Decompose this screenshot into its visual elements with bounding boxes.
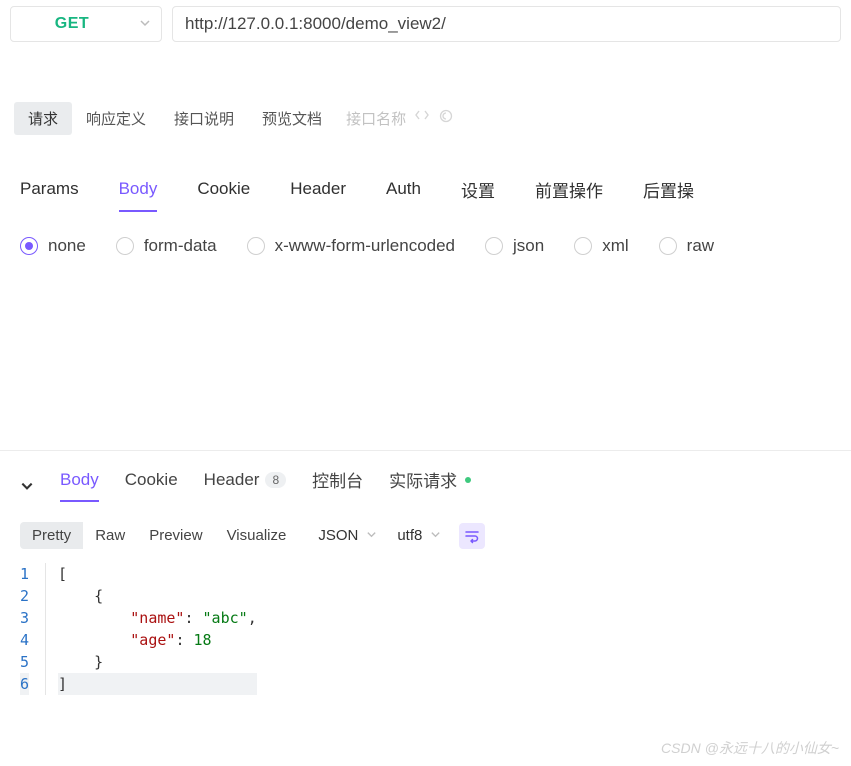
view-mode-button[interactable]: Raw [83, 522, 137, 549]
response-body-viewer[interactable]: 123456 [ { "name": "abc", "age": 18 }] [0, 559, 851, 699]
radio-icon [20, 237, 38, 255]
section-tab[interactable]: Params [20, 168, 79, 212]
radio-icon [116, 237, 134, 255]
response-area: Body Cookie Header 8 控制台 实际请求 PrettyRawPrevie… [0, 450, 851, 699]
section-tab[interactable]: Auth [386, 168, 421, 212]
definition-tab[interactable]: 响应定义 [72, 102, 160, 135]
chevron-down-icon [139, 16, 151, 32]
code-lines: [ { "name": "abc", "age": 18 }] [46, 563, 257, 695]
code-line: "age": 18 [58, 629, 257, 651]
response-tab[interactable]: Body [60, 470, 99, 502]
response-tab-label: Header [204, 470, 260, 490]
request-row: GET [0, 0, 851, 48]
line-number-gutter: 123456 [20, 563, 46, 695]
response-tab-label: 实际请求 [389, 467, 457, 492]
radio-label: form-data [144, 236, 217, 256]
response-tab[interactable]: 实际请求 [389, 467, 471, 504]
response-tabs: Body Cookie Header 8 控制台 实际请求 [0, 451, 851, 512]
line-number: 6 [20, 673, 29, 695]
ai-icon [438, 108, 454, 128]
section-tab[interactable]: Cookie [197, 168, 250, 212]
status-dot-icon [465, 477, 471, 483]
code-line: "name": "abc", [58, 607, 257, 629]
http-method-label: GET [21, 15, 123, 33]
code-icon [414, 108, 430, 128]
chevron-down-icon[interactable] [20, 479, 34, 493]
body-type-radio[interactable]: xml [574, 236, 628, 256]
radio-label: x-www-form-urlencoded [275, 236, 455, 256]
body-type-radio[interactable]: x-www-form-urlencoded [247, 236, 455, 256]
radio-icon [247, 237, 265, 255]
line-number: 2 [20, 585, 29, 607]
response-tab-label: 控制台 [312, 467, 363, 492]
word-wrap-button[interactable] [459, 523, 485, 549]
view-mode-button[interactable]: Pretty [20, 522, 83, 549]
format-dropdown-label: JSON [318, 527, 358, 544]
format-dropdown[interactable]: JSON [318, 527, 377, 544]
code-line: ] [58, 673, 257, 695]
chevron-down-icon [366, 527, 377, 544]
radio-icon [485, 237, 503, 255]
radio-icon [574, 237, 592, 255]
encoding-dropdown-label: utf8 [397, 527, 422, 544]
section-tab[interactable]: Header [290, 168, 346, 212]
api-name-placeholder[interactable]: 接口名称 [346, 108, 454, 129]
response-tab-label: Body [60, 470, 99, 490]
encoding-dropdown[interactable]: utf8 [397, 527, 441, 544]
radio-label: xml [602, 236, 628, 256]
code-line: } [58, 651, 257, 673]
count-badge: 8 [265, 472, 286, 488]
body-type-radio-row: none form-data x-www-form-urlencoded json xm… [0, 212, 851, 280]
section-tab[interactable]: 设置 [461, 168, 495, 212]
line-number: 3 [20, 607, 29, 629]
http-method-select[interactable]: GET [10, 6, 162, 42]
watermark: CSDN @永远十八的小仙女~ [661, 738, 839, 758]
url-input[interactable] [172, 6, 841, 42]
response-tab-label: Cookie [125, 470, 178, 490]
response-tab[interactable]: 控制台 [312, 467, 363, 504]
definition-tabs: 请求响应定义接口说明预览文档接口名称 [0, 98, 851, 138]
radio-label: none [48, 236, 86, 256]
body-type-radio[interactable]: raw [659, 236, 714, 256]
section-tab[interactable]: 前置操作 [535, 168, 603, 212]
radio-label: raw [687, 236, 714, 256]
line-number: 4 [20, 629, 29, 651]
format-toolbar: PrettyRawPreviewVisualize JSON utf8 [0, 512, 851, 559]
view-mode-button[interactable]: Visualize [215, 522, 299, 549]
code-line: [ [58, 563, 257, 585]
response-tab[interactable]: Header 8 [204, 470, 286, 502]
radio-icon [659, 237, 677, 255]
line-number: 1 [20, 563, 29, 585]
view-mode-button[interactable]: Preview [137, 522, 214, 549]
definition-tab[interactable]: 预览文档 [248, 102, 336, 135]
definition-tab[interactable]: 接口说明 [160, 102, 248, 135]
body-type-radio[interactable]: none [20, 236, 86, 256]
body-type-radio[interactable]: form-data [116, 236, 217, 256]
code-line: { [58, 585, 257, 607]
section-tab[interactable]: 后置操 [643, 168, 694, 212]
response-tab[interactable]: Cookie [125, 470, 178, 502]
chevron-down-icon [430, 527, 441, 544]
section-tab[interactable]: Body [119, 168, 158, 212]
radio-label: json [513, 236, 544, 256]
view-mode-segment: PrettyRawPreviewVisualize [20, 522, 298, 549]
body-type-radio[interactable]: json [485, 236, 544, 256]
definition-tab[interactable]: 请求 [14, 102, 72, 135]
request-section-tabs: Params Body Cookie Header Auth 设置前置操作后置操 [0, 168, 851, 212]
line-number: 5 [20, 651, 29, 673]
